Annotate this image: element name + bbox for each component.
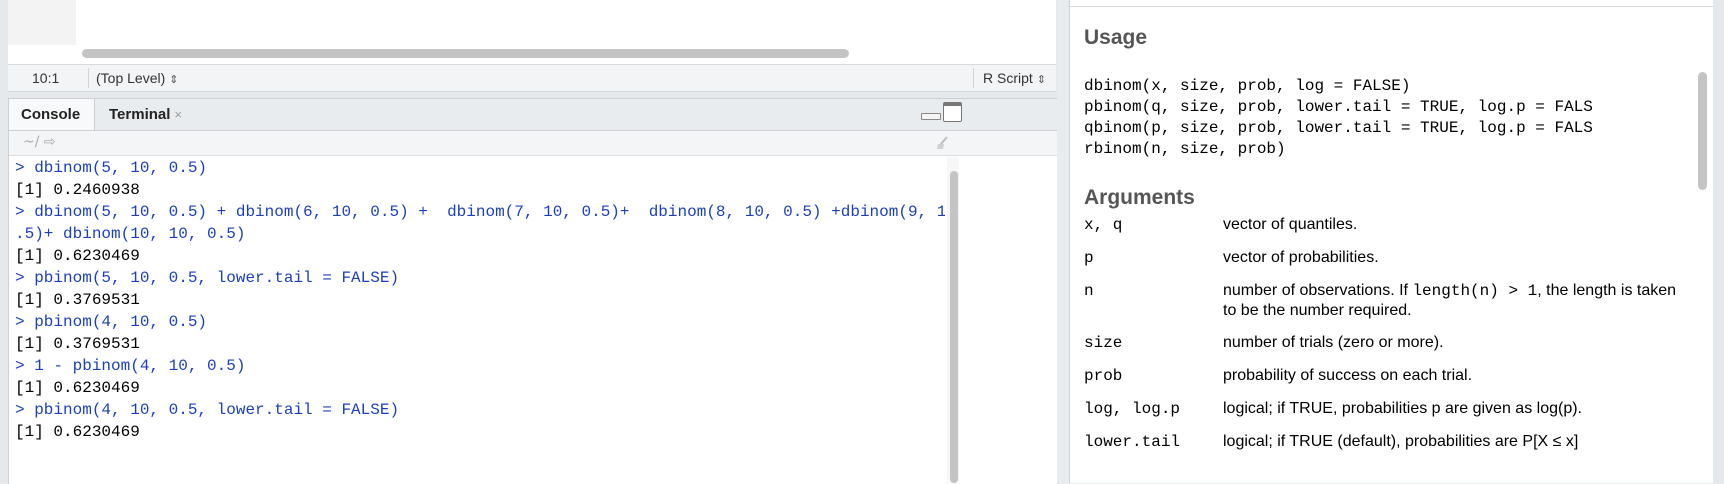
cursor-position: 10:1: [32, 70, 60, 86]
argument-name: prob: [1084, 367, 1123, 385]
help-scrollbar-thumb[interactable]: [1698, 72, 1707, 190]
console-output-line: [1] 0.6230469: [15, 379, 140, 397]
editor-status-bar: 10:1 (Top Level) ⇕ R Script ⇕: [8, 64, 1056, 92]
inline-code: length(n) > 1: [1412, 282, 1538, 300]
console-pane: Console Terminal × ~/ ⇨ > dbinom(5, 10, 0…: [8, 98, 1058, 484]
scope-label: (Top Level): [96, 70, 166, 86]
console-input-line: > pbinom(4, 10, 0.5, lower.tail = FALSE): [15, 401, 400, 419]
console-output[interactable]: > dbinom(5, 10, 0.5) [1] 0.2460938 > dbino…: [15, 157, 945, 484]
go-to-directory-icon[interactable]: ⇨: [44, 134, 56, 150]
tab-label: Terminal: [109, 106, 171, 123]
console-input-line: .5)+ dbinom(10, 10, 0.5): [15, 225, 246, 243]
console-output-line: [1] 0.3769531: [15, 291, 140, 309]
console-input-line: > pbinom(5, 10, 0.5, lower.tail = FALSE): [15, 269, 400, 287]
minimize-pane-icon[interactable]: [921, 113, 941, 120]
description-text: number of observations. If: [1223, 282, 1413, 299]
editor-scrollbar-thumb[interactable]: [82, 49, 849, 58]
status-divider: [973, 68, 974, 88]
file-type-label: R Script: [983, 70, 1033, 86]
console-input-line: > pbinom(4, 10, 0.5): [15, 313, 208, 331]
console-toolbar: ~/ ⇨: [9, 131, 1057, 156]
argument-description: vector of probabilities.: [1223, 249, 1379, 266]
status-divider: [88, 68, 89, 88]
console-output-line: [1] 0.2460938: [15, 181, 140, 199]
argument-name: x, q: [1084, 216, 1123, 234]
source-editor[interactable]: [8, 0, 1056, 66]
tab-terminal[interactable]: Terminal ×: [95, 99, 207, 130]
updown-arrows-icon: ⇕: [169, 74, 179, 86]
file-type-selector[interactable]: R Script ⇕: [983, 70, 1046, 86]
console-scrollbar-thumb[interactable]: [950, 171, 958, 483]
console-input-line: > dbinom(5, 10, 0.5): [15, 159, 208, 177]
window-edge: [1713, 0, 1724, 483]
console-input-line: > dbinom(5, 10, 0.5) + dbinom(6, 10, 0.5…: [15, 203, 945, 221]
argument-name: n: [1084, 282, 1094, 300]
argument-name: log, log.p: [1084, 400, 1181, 418]
close-icon[interactable]: ×: [174, 107, 182, 122]
console-output-line: [1] 0.6230469: [15, 423, 140, 441]
maximize-pane-icon[interactable]: [943, 102, 962, 122]
tab-label: Console: [21, 106, 81, 123]
usage-code: dbinom(x, size, prob, log = FALSE) pbinom…: [1084, 76, 1593, 160]
console-tab-bar: Console Terminal ×: [9, 99, 1057, 131]
tab-console[interactable]: Console: [9, 99, 95, 130]
scope-selector[interactable]: (Top Level) ⇕: [96, 70, 178, 86]
argument-description: probability of success on each trial.: [1223, 367, 1473, 384]
working-directory[interactable]: ~/ ⇨: [23, 134, 56, 150]
working-directory-label: ~/: [23, 134, 40, 150]
argument-description: logical; if TRUE, probabilities p are gi…: [1223, 400, 1582, 417]
usage-line: pbinom(q, size, prob, lower.tail = TRUE,…: [1084, 98, 1593, 116]
arguments-heading: Arguments: [1084, 186, 1195, 209]
argument-name: lower.tail: [1084, 433, 1181, 451]
argument-name: p: [1084, 249, 1094, 267]
argument-description: vector of quantiles.: [1223, 216, 1358, 233]
console-output-line: [1] 0.6230469: [15, 247, 140, 265]
usage-line: rbinom(n, size, prob): [1084, 140, 1286, 158]
updown-arrows-icon: ⇕: [1036, 74, 1047, 86]
help-pane: Usage dbinom(x, size, prob, log = FALSE)…: [1069, 0, 1714, 483]
left-column: 10:1 (Top Level) ⇕ R Script ⇕ Console Term…: [0, 0, 1058, 484]
pane-splitter[interactable]: [1057, 0, 1069, 483]
clear-console-broom-icon[interactable]: [935, 135, 951, 151]
usage-line: qbinom(p, size, prob, lower.tail = TRUE,…: [1084, 119, 1593, 137]
usage-line: dbinom(x, size, prob, log = FALSE): [1084, 77, 1411, 95]
argument-description: number of observations. If length(n) > 1…: [1223, 281, 1683, 321]
console-input-line: > 1 - pbinom(4, 10, 0.5): [15, 357, 246, 375]
divider: [1070, 6, 1714, 7]
argument-description: number of trials (zero or more).: [1223, 334, 1444, 351]
usage-heading: Usage: [1084, 26, 1148, 49]
argument-description: logical; if TRUE (default), probabilitie…: [1223, 433, 1579, 450]
console-output-line: [1] 0.3769531: [15, 335, 140, 353]
argument-name: size: [1084, 334, 1123, 352]
